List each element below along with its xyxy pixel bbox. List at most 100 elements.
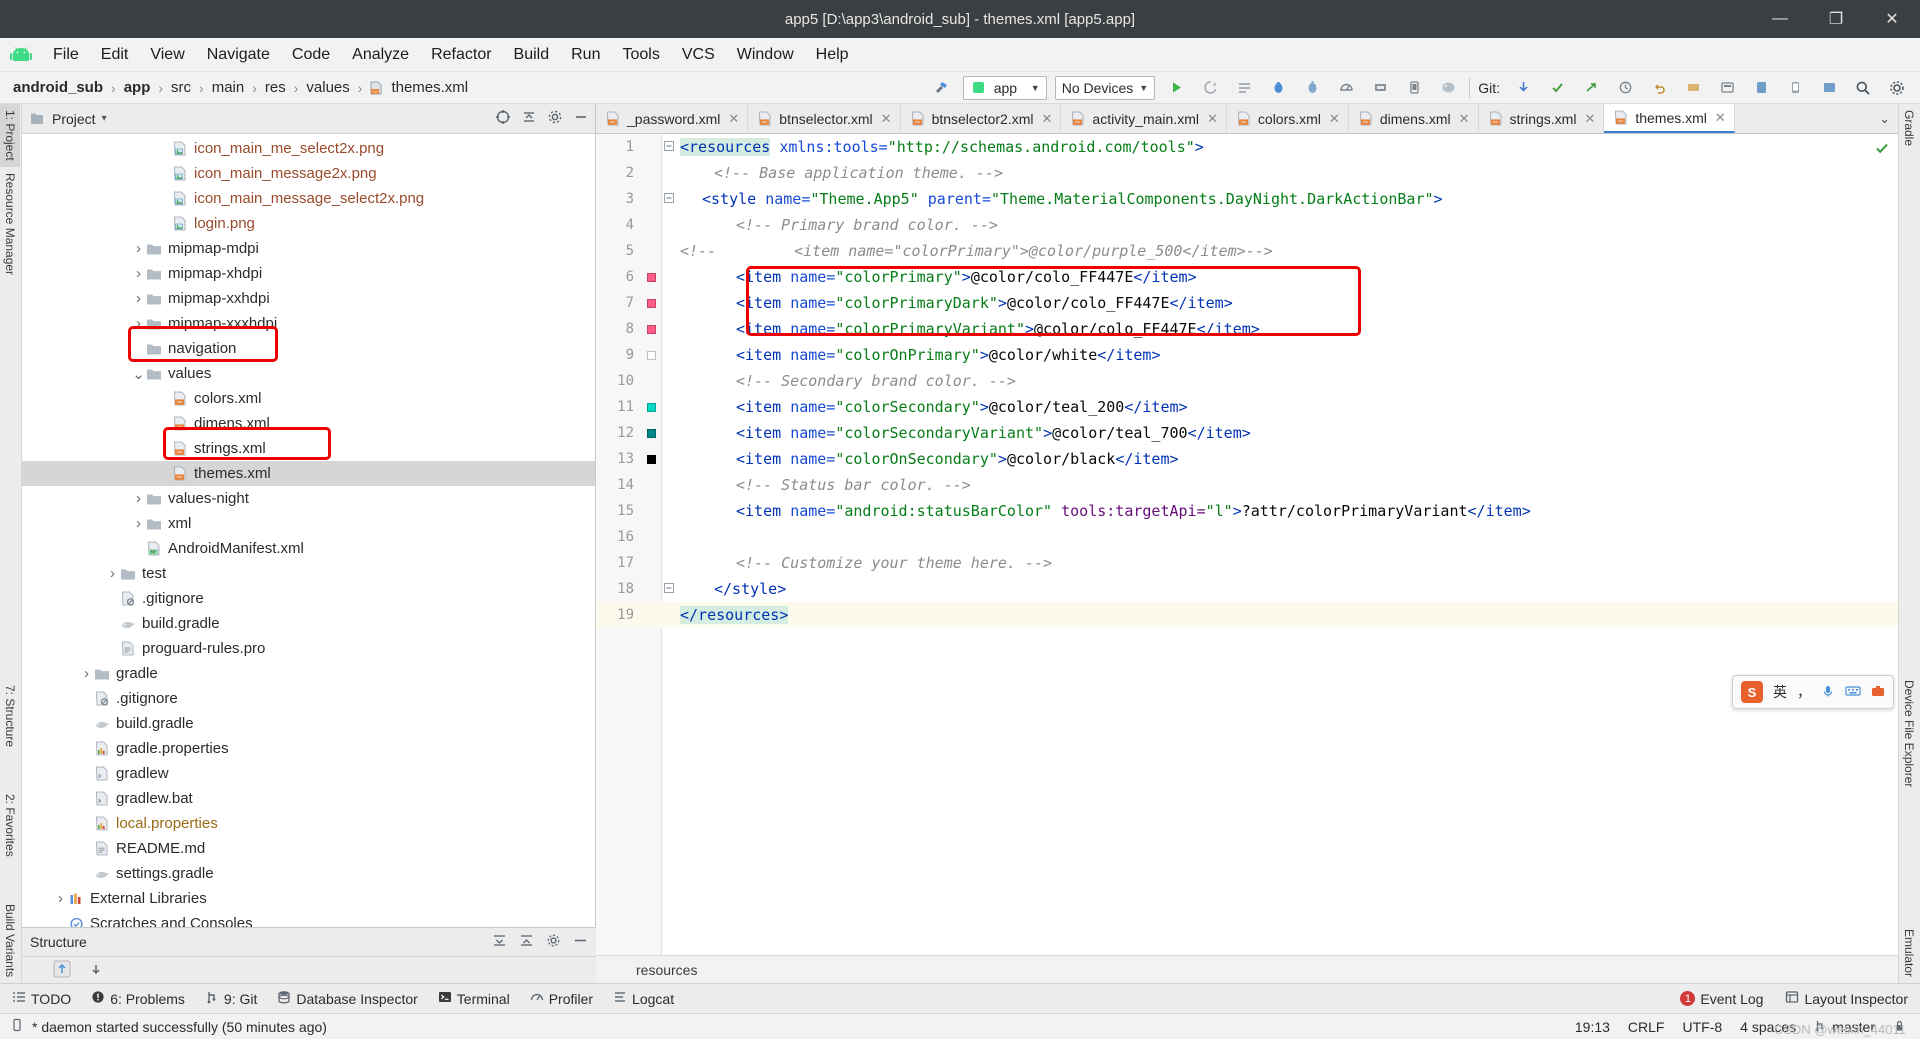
bottom-item-todo[interactable]: TODO <box>12 990 71 1007</box>
toolbox-icon[interactable] <box>1871 684 1885 701</box>
emulator-icon[interactable] <box>1816 76 1842 100</box>
comma-icon[interactable]: ， <box>1797 682 1811 702</box>
close-icon[interactable]: ✕ <box>1207 111 1218 127</box>
menu-file[interactable]: File <box>42 42 90 68</box>
bottom-item-problems[interactable]: 6: Problems <box>91 990 185 1007</box>
breadcrumb-module[interactable]: android_sub <box>10 78 106 97</box>
git-history-icon[interactable] <box>1612 76 1638 100</box>
git-update-icon[interactable] <box>1510 76 1536 100</box>
sort-up-icon[interactable] <box>52 959 72 982</box>
breadcrumb-res[interactable]: res <box>262 78 289 97</box>
close-icon[interactable]: ✕ <box>1584 111 1595 127</box>
color-swatch-gutter-icon[interactable] <box>640 272 662 282</box>
apply-changes-icon[interactable] <box>1231 76 1257 100</box>
tree-item-mipmap-xhdpi[interactable]: › mipmap-xhdpi <box>22 261 595 286</box>
search-icon[interactable] <box>1850 76 1876 100</box>
bottom-item-git[interactable]: 9: Git <box>205 990 257 1007</box>
editor-tab-dimens-xml[interactable]: <> dimens.xml ✕ <box>1348 104 1479 133</box>
collapse-all-icon[interactable] <box>519 933 534 951</box>
chevron-right-icon[interactable]: › <box>54 890 67 907</box>
code-line[interactable]: 10 <!-- Secondary brand color. --> <box>596 368 1898 394</box>
color-swatch-gutter-icon[interactable] <box>640 298 662 308</box>
close-icon[interactable]: ✕ <box>1042 111 1053 127</box>
chevron-down-icon[interactable]: ⌄ <box>132 365 145 383</box>
rail-item-build-variants[interactable]: Build Variants <box>0 898 20 983</box>
tree-item-icon-main-me-select2x-png[interactable]: icon_main_me_select2x.png <box>22 136 595 161</box>
code-line[interactable]: 8 <item name="colorPrimaryVariant">@color… <box>596 316 1898 342</box>
chevron-right-icon[interactable]: › <box>132 240 145 257</box>
rail-item-emulator[interactable]: Emulator <box>1899 923 1919 983</box>
undo-icon[interactable] <box>1646 76 1672 100</box>
chevron-down-icon[interactable]: ▾ <box>102 113 107 124</box>
rerun-icon[interactable] <box>1197 76 1223 100</box>
expand-all-icon[interactable] <box>492 933 507 951</box>
code-line[interactable]: 16 <box>596 524 1898 550</box>
editor-tab-activity-main-xml[interactable]: <> activity_main.xml ✕ <box>1061 104 1227 133</box>
editor-tab--password-xml[interactable]: <> _password.xml ✕ <box>596 104 749 133</box>
bottom-item-database-inspector[interactable]: Database Inspector <box>277 990 418 1007</box>
menu-vcs[interactable]: VCS <box>671 42 726 68</box>
device-manager-icon[interactable] <box>1748 76 1774 100</box>
module-selector[interactable]: app ▼ <box>962 75 1047 100</box>
rail-item-gradle[interactable]: Gradle <box>1899 104 1919 152</box>
code-line[interactable]: 3 <style name="Theme.App5" parent="Theme.… <box>596 186 1898 212</box>
code-line[interactable]: 14 <!-- Status bar color. --> <box>596 472 1898 498</box>
editor-tab-strings-xml[interactable]: <> strings.xml ✕ <box>1478 104 1605 133</box>
breadcrumb-values[interactable]: values <box>303 78 352 97</box>
menu-refactor[interactable]: Refactor <box>420 42 502 68</box>
bottom-item-logcat[interactable]: Logcat <box>613 990 674 1007</box>
run-icon[interactable] <box>1163 76 1189 100</box>
settings-gear-icon[interactable] <box>546 933 561 951</box>
select-opened-file-icon[interactable] <box>1680 76 1706 100</box>
keyboard-icon[interactable] <box>1845 684 1861 701</box>
editor-tab-btnselector-xml[interactable]: <> btnselector.xml ✕ <box>748 104 901 133</box>
fold-toggle-icon[interactable] <box>662 140 676 154</box>
editor-tab-colors-xml[interactable]: <> colors.xml ✕ <box>1226 104 1349 133</box>
tree-item-test[interactable]: › test <box>22 561 595 586</box>
breadcrumb-app[interactable]: app <box>121 78 154 97</box>
tree-item-readme-md[interactable]: README.md <box>22 836 595 861</box>
maximize-button[interactable]: ❐ <box>1808 0 1864 38</box>
ime-widget[interactable]: S 英 ， <box>1732 675 1894 709</box>
tree-item-build-gradle[interactable]: build.gradle <box>22 711 595 736</box>
menu-run[interactable]: Run <box>560 42 611 68</box>
close-icon[interactable]: ✕ <box>728 111 739 127</box>
rail-item-device-file-explorer[interactable]: Device File Explorer <box>1899 674 1919 793</box>
bottom-item-terminal[interactable]: Terminal <box>438 990 510 1007</box>
chevron-right-icon[interactable]: › <box>132 290 145 307</box>
editor-tabs-overflow[interactable]: ⌄ <box>1871 104 1898 133</box>
menu-code[interactable]: Code <box>281 42 341 68</box>
color-swatch-gutter-icon[interactable] <box>640 350 662 360</box>
tree-item-strings-xml[interactable]: <> strings.xml <box>22 436 595 461</box>
debug-icon[interactable] <box>1265 76 1291 100</box>
close-icon[interactable]: ✕ <box>1459 111 1470 127</box>
bottom-item-event-log[interactable]: 1 Event Log <box>1680 991 1763 1007</box>
tree-item--gitignore[interactable]: .gitignore <box>22 686 595 711</box>
device-selector[interactable]: No Devices ▼ <box>1054 75 1156 100</box>
settings-gear-icon[interactable] <box>1884 76 1910 100</box>
breadcrumb-file[interactable]: themes.xml <box>388 78 471 97</box>
tree-item-login-png[interactable]: login.png <box>22 211 595 236</box>
ime-mode-label[interactable]: 英 <box>1773 682 1787 702</box>
color-swatch-gutter-icon[interactable] <box>640 454 662 464</box>
tree-item-proguard-rules-pro[interactable]: proguard-rules.pro <box>22 636 595 661</box>
tree-item-mipmap-xxhdpi[interactable]: › mipmap-xxhdpi <box>22 286 595 311</box>
code-line[interactable]: 11 <item name="colorSecondary">@color/tea… <box>596 394 1898 420</box>
mic-icon[interactable] <box>1821 684 1835 701</box>
menu-build[interactable]: Build <box>503 42 561 68</box>
status-line-separator[interactable]: CRLF <box>1628 1019 1665 1035</box>
menu-help[interactable]: Help <box>805 42 860 68</box>
hide-panel-icon[interactable] <box>573 933 588 951</box>
rail-item-project[interactable]: 1: Project <box>0 104 20 167</box>
rail-item-favorites[interactable]: 2: Favorites <box>0 788 20 863</box>
code-line[interactable]: 7 <item name="colorPrimaryDark">@color/co… <box>596 290 1898 316</box>
collapse-all-icon[interactable] <box>521 109 537 128</box>
tree-item-mipmap-xxxhdpi[interactable]: › mipmap-xxxhdpi <box>22 311 595 336</box>
tree-item-gradle[interactable]: › gradle <box>22 661 595 686</box>
chevron-right-icon[interactable]: › <box>132 515 145 532</box>
code-line[interactable]: 15 <item name="android:statusBarColor" to… <box>596 498 1898 524</box>
hide-panel-icon[interactable] <box>573 109 589 128</box>
menu-analyze[interactable]: Analyze <box>341 42 420 68</box>
tree-item--gitignore[interactable]: .gitignore <box>22 586 595 611</box>
editor-tab-btnselector2-xml[interactable]: <> btnselector2.xml ✕ <box>900 104 1062 133</box>
